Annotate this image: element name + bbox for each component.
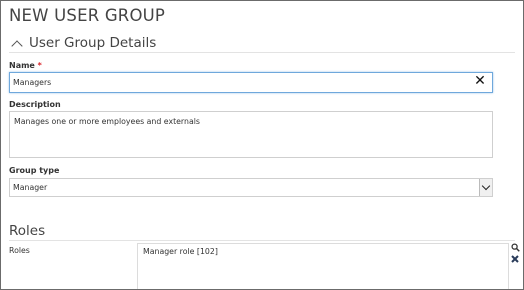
group-type-select[interactable]: Manager [9,178,493,197]
new-user-group-form: NEW USER GROUP User Group Details Name *… [0,0,524,290]
dropdown-button[interactable] [479,179,492,196]
group-type-value[interactable]: Manager [13,183,47,192]
name-label: Name * [9,61,42,70]
roles-section-title: Roles [9,223,46,239]
chevron-down-icon [481,181,491,191]
search-icon[interactable] [511,243,520,252]
name-value[interactable]: Managers [13,78,51,87]
list-item[interactable]: Manager role [102] [143,247,218,256]
user-group-details-header[interactable]: User Group Details [9,35,157,52]
group-type-label: Group type [9,166,60,175]
chevron-up-icon[interactable] [11,39,23,52]
roles-divider [9,240,515,241]
description-label: Description [9,100,61,109]
description-field[interactable]: Manages one or more employees and extern… [9,111,493,158]
required-marker: * [37,61,42,70]
roles-label: Roles [9,246,30,255]
name-field[interactable]: Managers ✕ [9,72,493,93]
page-title: NEW USER GROUP [9,6,166,25]
description-value[interactable]: Manages one or more employees and extern… [14,117,200,126]
remove-icon[interactable] [511,255,519,263]
close-icon[interactable]: ✕ [474,74,486,88]
section-title: User Group Details [29,35,157,51]
section-divider [9,52,515,53]
roles-list[interactable]: Manager role [102] [137,243,509,289]
name-label-text: Name [9,61,35,70]
